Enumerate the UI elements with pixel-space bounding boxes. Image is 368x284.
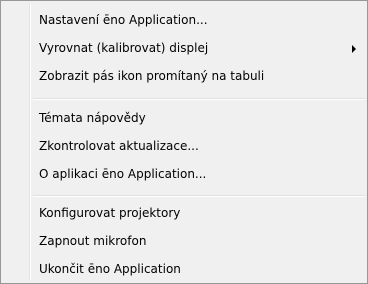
menu-item-label: Ukončit ēno Application: [39, 262, 181, 276]
menu-item-exit[interactable]: Ukončit ēno Application: [3, 258, 365, 280]
menu-item-configure-projectors[interactable]: Konfigurovat projektory: [3, 202, 365, 224]
submenu-arrow-icon: [352, 45, 356, 53]
menu-item-label: Zapnout mikrofon: [39, 234, 147, 248]
menu-item-enable-microphone[interactable]: Zapnout mikrofon: [3, 230, 365, 252]
menu-item-label: Konfigurovat projektory: [39, 206, 181, 220]
menu-item-label: Témata nápovědy: [39, 111, 146, 125]
context-menu: Nastavení ēno Application... Vyrovnat (k…: [0, 0, 368, 284]
menu-separator: [33, 98, 365, 100]
menu-item-label: Vyrovnat (kalibrovat) displej: [39, 41, 209, 55]
menu-item-check-updates[interactable]: Zkontrolovat aktualizace...: [3, 135, 365, 157]
menu-item-label: O aplikaci ēno Application...: [39, 167, 207, 181]
menu-item-about[interactable]: O aplikaci ēno Application...: [3, 163, 365, 185]
menu-item-label: Zkontrolovat aktualizace...: [39, 139, 199, 153]
menu-item-settings[interactable]: Nastavení ēno Application...: [3, 9, 365, 31]
menu-item-help-topics[interactable]: Témata nápovědy: [3, 107, 365, 129]
menu-separator: [33, 195, 365, 197]
menu-item-label: Zobrazit pás ikon promítaný na tabuli: [39, 69, 265, 83]
menu-item-calibrate-display[interactable]: Vyrovnat (kalibrovat) displej: [3, 37, 365, 59]
menu-item-show-board-ribbon[interactable]: Zobrazit pás ikon promítaný na tabuli: [3, 65, 365, 87]
menu-item-label: Nastavení ēno Application...: [39, 13, 208, 27]
